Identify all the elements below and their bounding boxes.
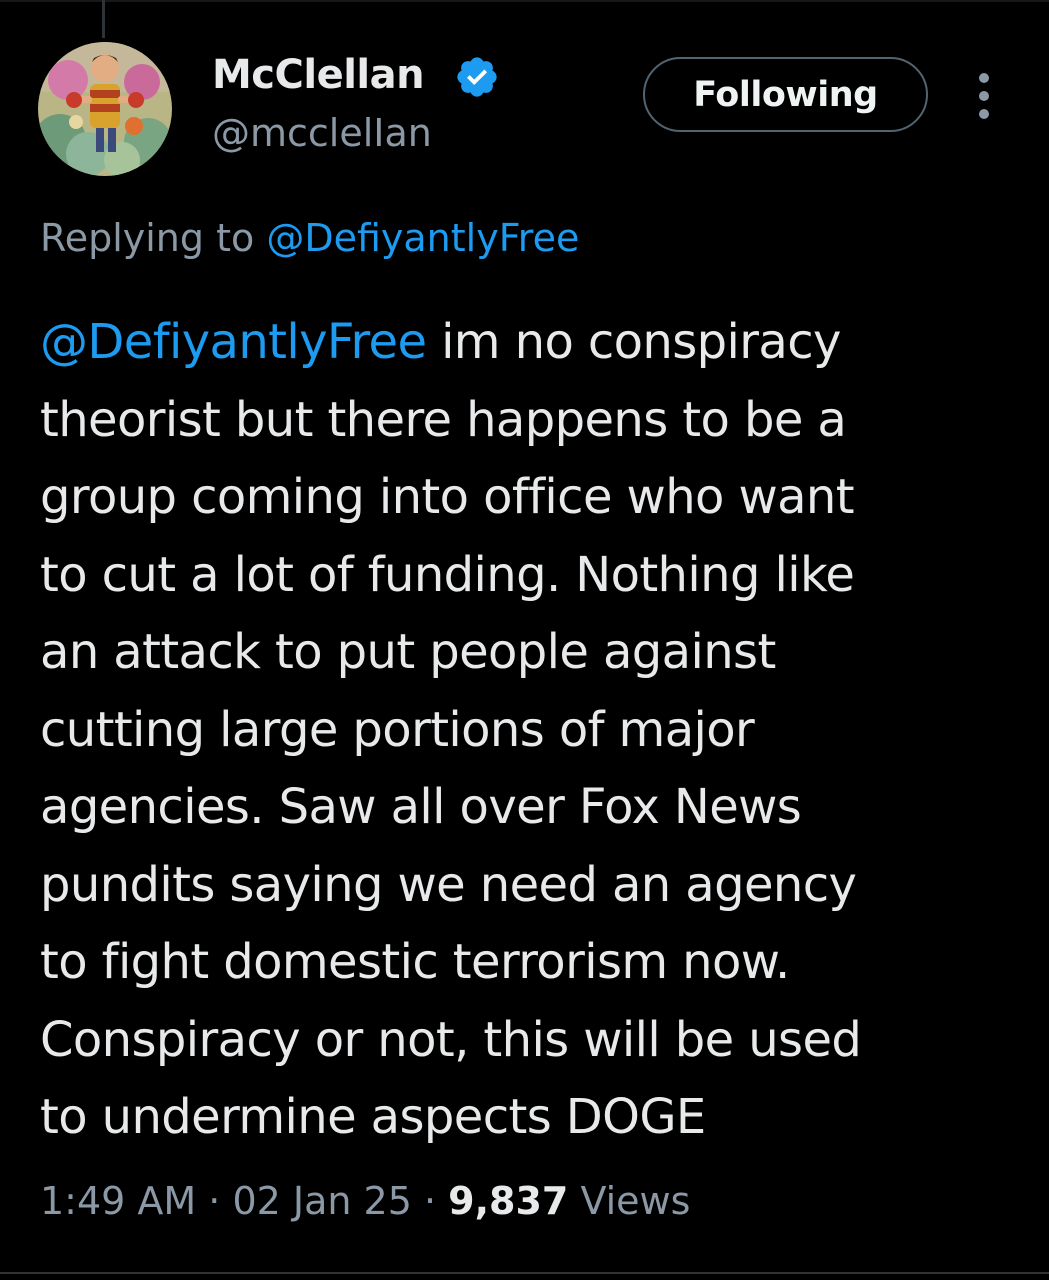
tweet-metadata: 1:49 AM · 02 Jan 25 · 9,837 Views: [40, 1172, 690, 1230]
top-divider: [0, 0, 1049, 2]
bottom-divider: [0, 1272, 1049, 1274]
verified-badge-icon: [457, 57, 497, 97]
author-display-name[interactable]: McClellan: [212, 48, 425, 102]
replying-to: Replying to @DefiyantlyFree: [40, 210, 579, 266]
replying-to-mention-link[interactable]: @DefiyantlyFree: [266, 216, 579, 260]
more-vertical-icon[interactable]: [964, 68, 1004, 124]
tweet-line: cutting large portions of major: [40, 701, 755, 758]
tweet-line: to undermine aspects DOGE: [40, 1089, 706, 1145]
tweet-line: agencies. Saw all over Fox News: [40, 779, 802, 835]
tweet-line-text: im no conspiracy: [426, 314, 841, 370]
tweet-line: Conspiracy or not, this will be used: [40, 1011, 862, 1068]
tweet-line: to fight domestic terrorism now.: [40, 934, 790, 990]
tweet-mention-link[interactable]: @DefiyantlyFree: [40, 314, 427, 370]
tweet-time[interactable]: 1:49 AM: [40, 1179, 196, 1223]
tweet-line: to cut a lot of funding. Nothing like: [40, 546, 855, 603]
meta-separator: ·: [411, 1179, 449, 1223]
avatar-illustration: [38, 42, 172, 176]
following-button[interactable]: Following: [643, 57, 928, 132]
tweet-line: an attack to put people against: [40, 624, 776, 680]
avatar[interactable]: [38, 42, 172, 176]
author-handle[interactable]: @mcclelIan: [212, 108, 432, 158]
views-count[interactable]: 9,837: [448, 1179, 568, 1223]
replying-to-label: Replying to: [40, 216, 255, 260]
tweet-date[interactable]: 02 Jan 25: [232, 1179, 411, 1223]
meta-separator: ·: [196, 1179, 233, 1223]
views-label: Views: [568, 1179, 691, 1223]
tweet-line: group coming into office who want: [40, 469, 855, 525]
tweet-body: @DefiyantlyFree im no conspiracy theoris…: [40, 304, 1030, 1157]
tweet-line: pundits saying we need an agency: [40, 856, 857, 913]
tweet-line: theorist but there happens to be a: [40, 391, 847, 448]
tweet-line: @DefiyantlyFree im no conspiracy: [40, 304, 1030, 382]
thread-connector-line: [102, 0, 105, 38]
